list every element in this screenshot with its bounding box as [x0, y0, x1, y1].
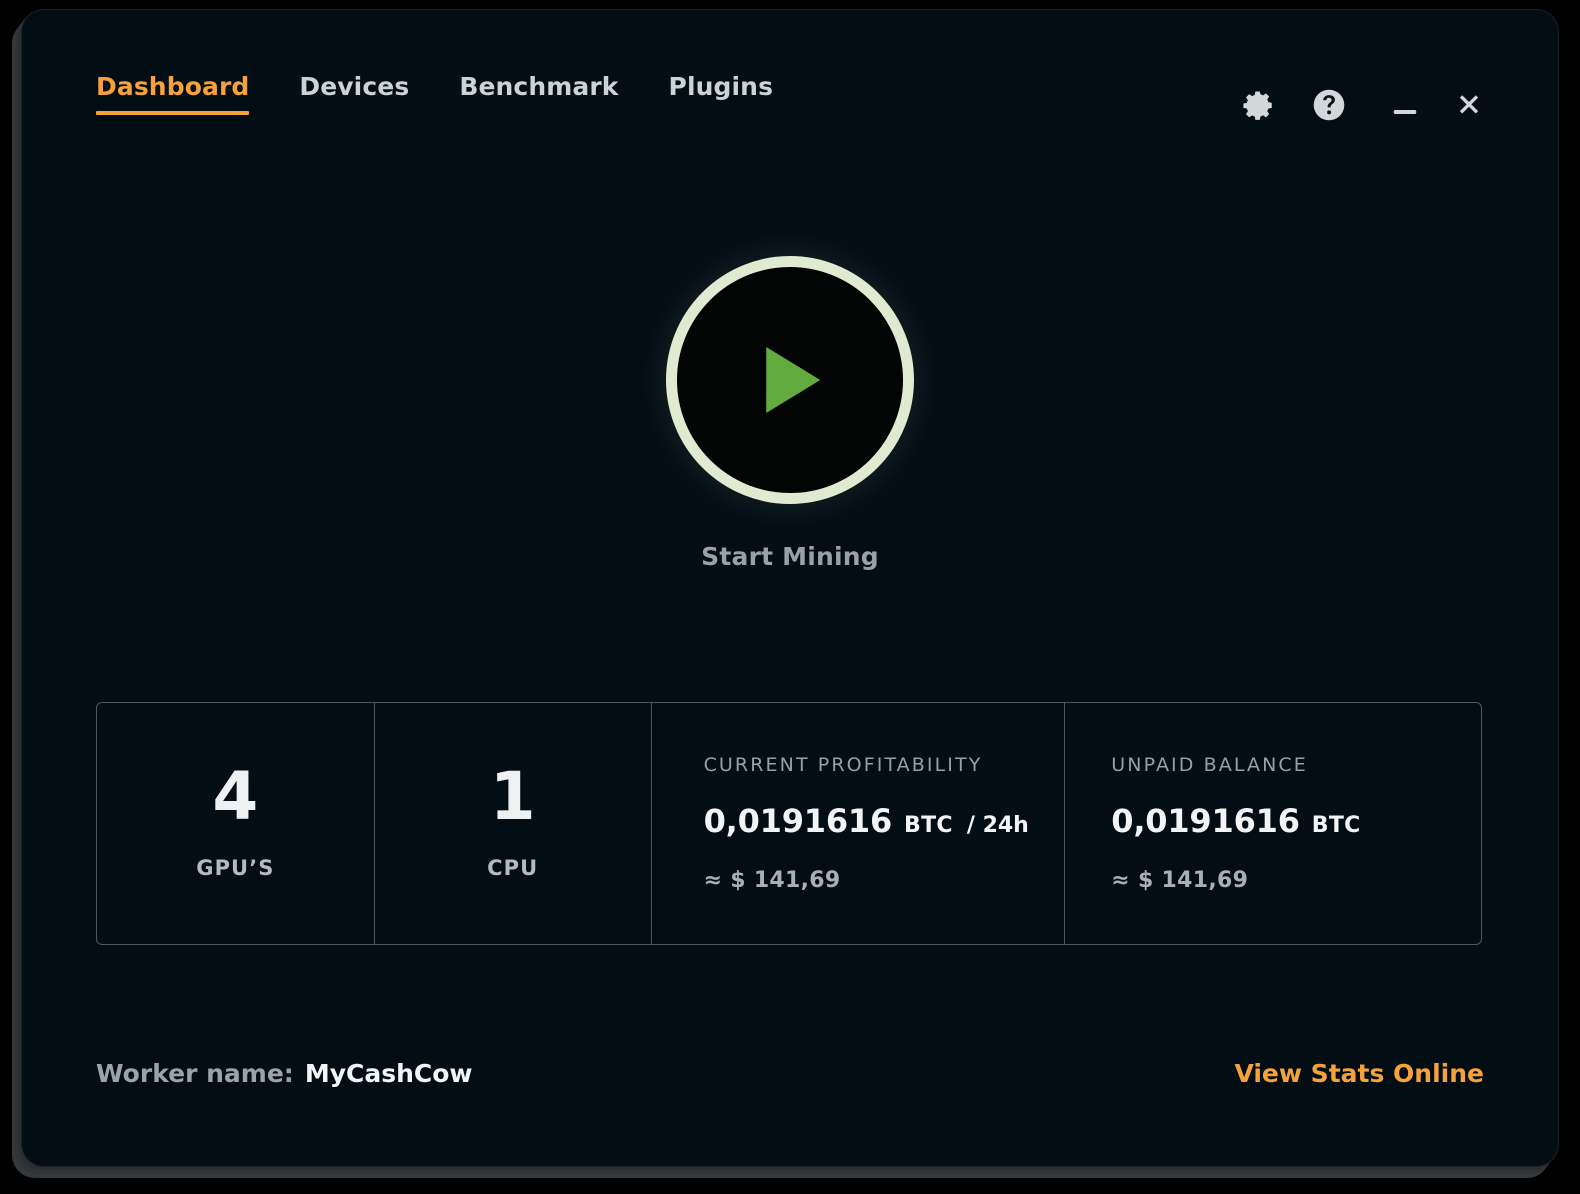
- window-controls: [1236, 82, 1492, 128]
- tab-dashboard[interactable]: Dashboard: [96, 72, 249, 115]
- app-window: Dashboard Devices Benchmark Plugins: [22, 10, 1558, 1166]
- profitability-unit: BTC: [904, 813, 953, 838]
- profitability-period: / 24h: [967, 813, 1029, 838]
- tab-plugins[interactable]: Plugins: [669, 72, 774, 115]
- profitability-value-row: 0,0191616 BTC / 24h: [704, 802, 1065, 840]
- tab-benchmark[interactable]: Benchmark: [459, 72, 618, 115]
- balance-amount: 0,0191616: [1111, 802, 1299, 840]
- profitability-title: CURRENT PROFITABILITY: [704, 754, 1065, 776]
- stats-panel: 4 GPU’S 1 CPU CURRENT PROFITABILITY 0,01…: [96, 702, 1482, 945]
- gpu-count-value: 4: [212, 764, 258, 830]
- start-mining-label: Start Mining: [22, 542, 1558, 571]
- start-mining-button[interactable]: [666, 256, 914, 504]
- balance-fiat: ≈ $ 141,69: [1111, 868, 1481, 893]
- view-stats-online-link[interactable]: View Stats Online: [1234, 1059, 1484, 1088]
- worker-name-value: MyCashCow: [305, 1059, 473, 1088]
- tab-devices[interactable]: Devices: [299, 72, 409, 115]
- balance-title: UNPAID BALANCE: [1111, 754, 1481, 776]
- minimize-icon: [1390, 90, 1420, 120]
- balance-unit: BTC: [1312, 813, 1361, 838]
- cpu-count-value: 1: [490, 764, 536, 830]
- stat-unpaid-balance: UNPAID BALANCE 0,0191616 BTC ≈ $ 141,69: [1064, 703, 1481, 944]
- help-button[interactable]: [1306, 82, 1352, 128]
- nav-tabs: Dashboard Devices Benchmark Plugins: [96, 72, 823, 115]
- start-mining-section: Start Mining: [22, 256, 1558, 571]
- play-icon: [766, 347, 820, 413]
- gpu-count-label: GPU’S: [196, 856, 274, 880]
- profitability-fiat: ≈ $ 141,69: [704, 868, 1065, 893]
- gear-icon: [1242, 88, 1276, 122]
- settings-button[interactable]: [1236, 82, 1282, 128]
- close-icon: [1454, 90, 1484, 120]
- worker-name-block: Worker name: MyCashCow: [96, 1059, 473, 1088]
- footer: Worker name: MyCashCow View Stats Online: [96, 1050, 1484, 1096]
- profitability-amount: 0,0191616: [704, 802, 892, 840]
- close-button[interactable]: [1446, 82, 1492, 128]
- cpu-count-label: CPU: [487, 856, 538, 880]
- stat-gpus: 4 GPU’S: [97, 703, 374, 944]
- balance-value-row: 0,0191616 BTC: [1111, 802, 1481, 840]
- worker-name-label: Worker name:: [96, 1059, 294, 1088]
- titlebar: Dashboard Devices Benchmark Plugins: [22, 10, 1558, 140]
- minimize-button[interactable]: [1382, 82, 1428, 128]
- help-icon: [1311, 87, 1347, 123]
- stat-current-profitability: CURRENT PROFITABILITY 0,0191616 BTC / 24…: [651, 703, 1065, 944]
- stat-cpu: 1 CPU: [374, 703, 651, 944]
